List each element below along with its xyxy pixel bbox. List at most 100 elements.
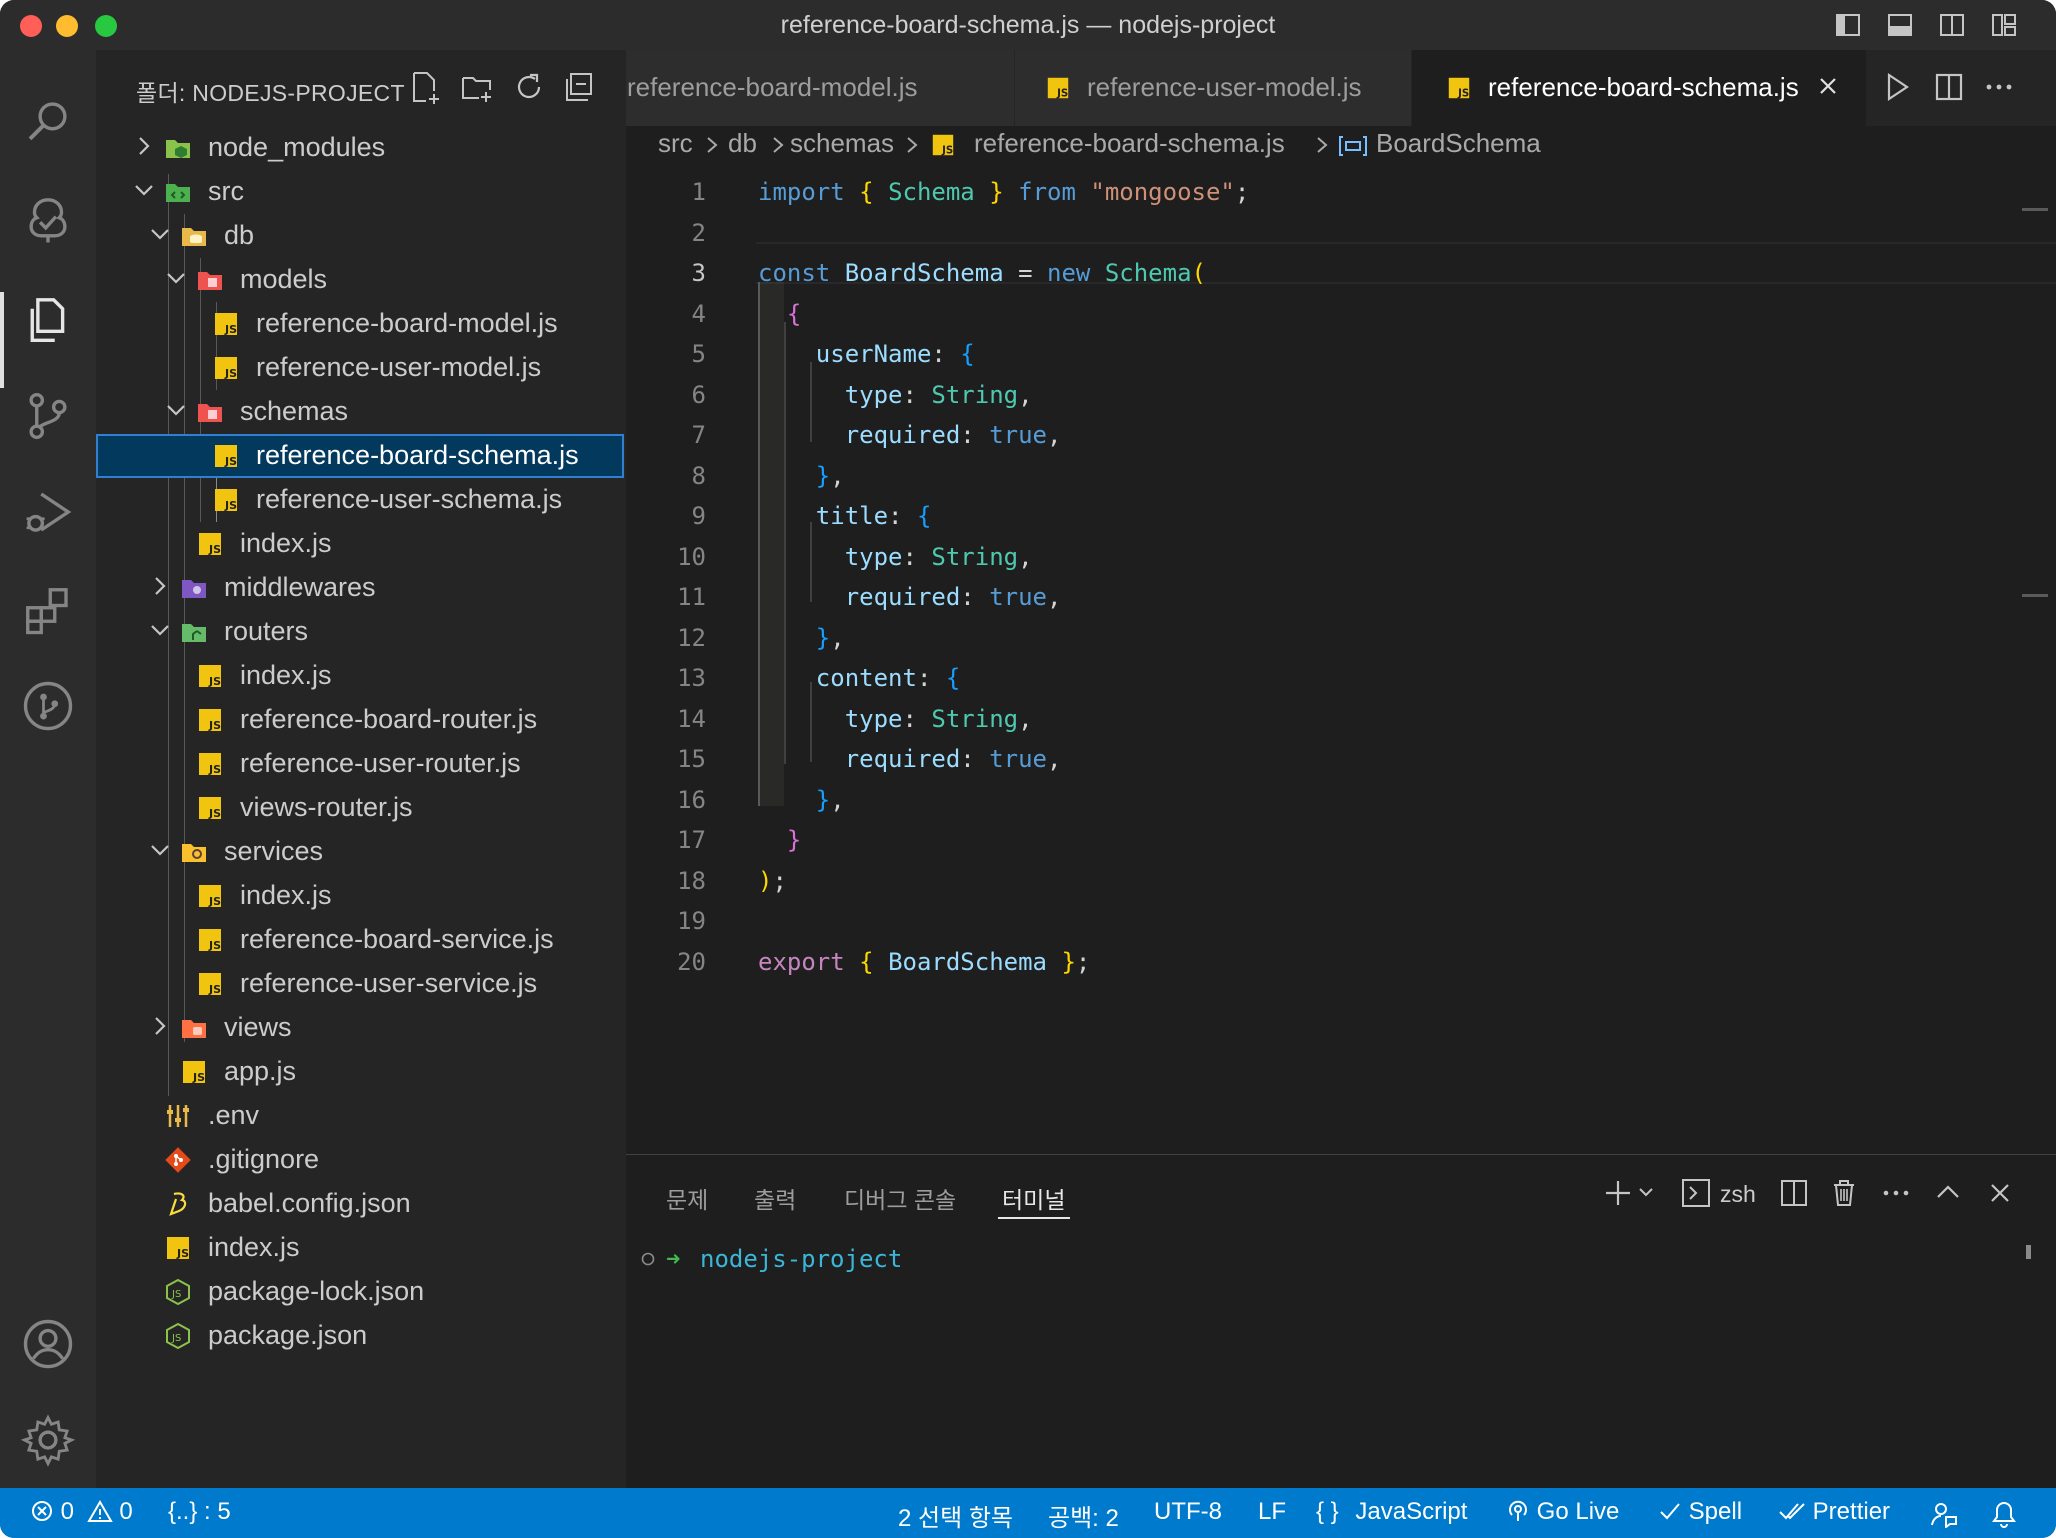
tree-file-reference-board-schema[interactable]: JS reference-board-schema.js (96, 434, 624, 478)
terminal-shell-icon[interactable] (1680, 1177, 1712, 1209)
selection-status[interactable]: 2 선택 항목 (898, 1498, 1013, 1533)
trash-icon[interactable] (1828, 1177, 1860, 1209)
tree-folder-schemas[interactable]: schemas (96, 390, 626, 434)
tree-folder-node-modules[interactable]: node_modules (96, 126, 626, 170)
terminal-scrollbar[interactable] (2026, 1245, 2031, 1259)
tree-folder-services[interactable]: services (96, 830, 626, 874)
go-live-status[interactable]: Go Live (1506, 1498, 1619, 1526)
terminal-shell-name[interactable]: zsh (1720, 1181, 1756, 1208)
double-check-icon (1779, 1503, 1805, 1520)
tree-file-babel-config[interactable]: babel.config.json (96, 1182, 626, 1226)
prettier-status[interactable]: Prettier (1778, 1498, 1890, 1526)
split-terminal-icon[interactable] (1778, 1177, 1810, 1209)
spell-status[interactable]: Spell (1658, 1498, 1742, 1526)
maximize-panel-icon[interactable] (1932, 1177, 1964, 1209)
tab-debug-console[interactable]: 디버그 콘솔 (844, 1181, 956, 1215)
feedback-person-icon[interactable] (1930, 1500, 1958, 1528)
tab-reference-board-model[interactable]: reference-board-model.js (626, 50, 1015, 126)
encoding-status[interactable]: UTF-8 (1154, 1498, 1222, 1526)
breadcrumb-item-src[interactable]: src (658, 128, 693, 159)
tree-file-app[interactable]: JS app.js (96, 1050, 626, 1094)
tree-file-reference-board-service[interactable]: JS reference-board-service.js (96, 918, 626, 962)
tree-file-services-index[interactable]: JS index.js (96, 874, 626, 918)
symbol-variable-icon (1339, 136, 1367, 156)
tree-item-label: reference-user-model.js (256, 352, 542, 382)
code-token: required (844, 421, 961, 449)
code-token: } (815, 623, 831, 652)
close-icon[interactable] (1814, 72, 1842, 100)
remote-explorer-icon[interactable] (18, 190, 78, 250)
toggle-secondary-sidebar-icon[interactable] (1938, 11, 1966, 39)
split-editor-icon[interactable] (1932, 70, 1966, 104)
new-terminal-icon[interactable] (1602, 1177, 1634, 1209)
notifications-bell-icon[interactable] (1990, 1500, 2018, 1528)
breadcrumb-item-db[interactable]: db (728, 128, 757, 159)
tree-file-reference-board-router[interactable]: JS reference-board-router.js (96, 698, 626, 742)
run-debug-icon[interactable] (18, 482, 78, 542)
code-token: Schema (1104, 259, 1192, 287)
language-mode-status[interactable]: { } JavaScript (1316, 1498, 1467, 1526)
breadcrumb-item-symbol[interactable]: BoardSchema (1376, 128, 1541, 159)
eol-status[interactable]: LF (1258, 1498, 1286, 1526)
source-control-icon[interactable] (18, 386, 78, 446)
tree-folder-src[interactable]: src (96, 170, 626, 214)
search-icon[interactable] (18, 92, 78, 152)
tree-file-db-index[interactable]: JS index.js (96, 522, 626, 566)
problems-status[interactable]: 0 0 (30, 1498, 133, 1526)
extensions-icon[interactable] (18, 580, 78, 640)
tree-file-env[interactable]: .env (96, 1094, 626, 1138)
code-editor[interactable]: 1 2 3 4 5 6 7 8 9 10 11 12 13 14 15 16 17 18 19 20 import {… (626, 164, 2056, 1154)
js-file-icon: JS (1047, 77, 1068, 99)
git-graph-icon[interactable] (18, 676, 78, 736)
more-actions-icon[interactable] (1880, 1177, 1912, 1209)
bracket-info-status[interactable]: {..} : 5 (168, 1498, 231, 1526)
breadcrumb-item-file[interactable]: reference-board-schema.js (974, 128, 1285, 159)
new-folder-icon[interactable] (460, 70, 494, 104)
status-bar: 0 0 {..} : 5 2 선택 항목 공백: 2 UTF-8 LF { } … (0, 1488, 2056, 1538)
svg-text:JS: JS (224, 499, 237, 512)
toggle-panel-icon[interactable] (1886, 11, 1914, 39)
code-line: }, (758, 786, 845, 814)
refresh-explorer-icon[interactable] (512, 70, 546, 104)
breadcrumb-item-schemas[interactable]: schemas (790, 128, 894, 159)
tree-file-gitignore[interactable]: .gitignore (96, 1138, 626, 1182)
tab-output[interactable]: 출력 (754, 1181, 796, 1215)
tree-file-views-router[interactable]: JS views-router.js (96, 786, 626, 830)
tree-file-reference-user-service[interactable]: JS reference-user-service.js (96, 962, 626, 1006)
tree-file-reference-user-model[interactable]: JS reference-user-model.js (96, 346, 626, 390)
account-icon[interactable] (18, 1314, 78, 1374)
tree-file-reference-board-model[interactable]: JS reference-board-model.js (96, 302, 626, 346)
tab-reference-user-model[interactable]: JS reference-user-model.js (1015, 50, 1412, 126)
tree-folder-models[interactable]: models (96, 258, 626, 302)
run-code-icon[interactable] (1880, 70, 1914, 104)
tab-terminal[interactable]: 터미널 (1002, 1181, 1065, 1215)
tree-folder-views[interactable]: views (96, 1006, 626, 1050)
tree-file-routers-index[interactable]: JS index.js (96, 654, 626, 698)
tree-file-package-lock[interactable]: JS package-lock.json (96, 1270, 626, 1314)
folder-node-icon (166, 140, 190, 158)
explorer-icon[interactable] (18, 290, 78, 350)
tree-file-root-index[interactable]: JS index.js (96, 1226, 626, 1270)
tree-folder-routers[interactable]: routers (96, 610, 626, 654)
chevron-down-icon[interactable] (1636, 1177, 1656, 1209)
new-file-icon[interactable] (408, 70, 442, 104)
tree-folder-middlewares[interactable]: middlewares (96, 566, 626, 610)
tree-item-label: routers (224, 616, 309, 646)
tab-reference-board-schema[interactable]: JS reference-board-schema.js (1412, 50, 1867, 126)
more-actions-icon[interactable] (1982, 70, 2016, 104)
overview-ruler-mark (2022, 594, 2048, 597)
close-panel-icon[interactable] (1984, 1177, 2016, 1209)
toggle-primary-sidebar-icon[interactable] (1834, 11, 1862, 39)
line-number: 11 (677, 583, 706, 611)
tree-file-reference-user-schema[interactable]: JS reference-user-schema.js (96, 478, 626, 522)
indentation-status[interactable]: 공백: 2 (1048, 1498, 1119, 1533)
tree-folder-db[interactable]: db (96, 214, 626, 258)
tree-file-package[interactable]: JS package.json (96, 1314, 626, 1358)
customize-layout-icon[interactable] (1990, 11, 2018, 39)
tab-problems[interactable]: 문제 (666, 1181, 708, 1215)
collapse-folders-icon[interactable] (562, 70, 596, 104)
tree-item-label: node_modules (208, 132, 386, 162)
settings-gear-icon[interactable] (18, 1410, 78, 1470)
code-line: export { BoardSchema }; (758, 948, 1090, 976)
tree-file-reference-user-router[interactable]: JS reference-user-router.js (96, 742, 626, 786)
